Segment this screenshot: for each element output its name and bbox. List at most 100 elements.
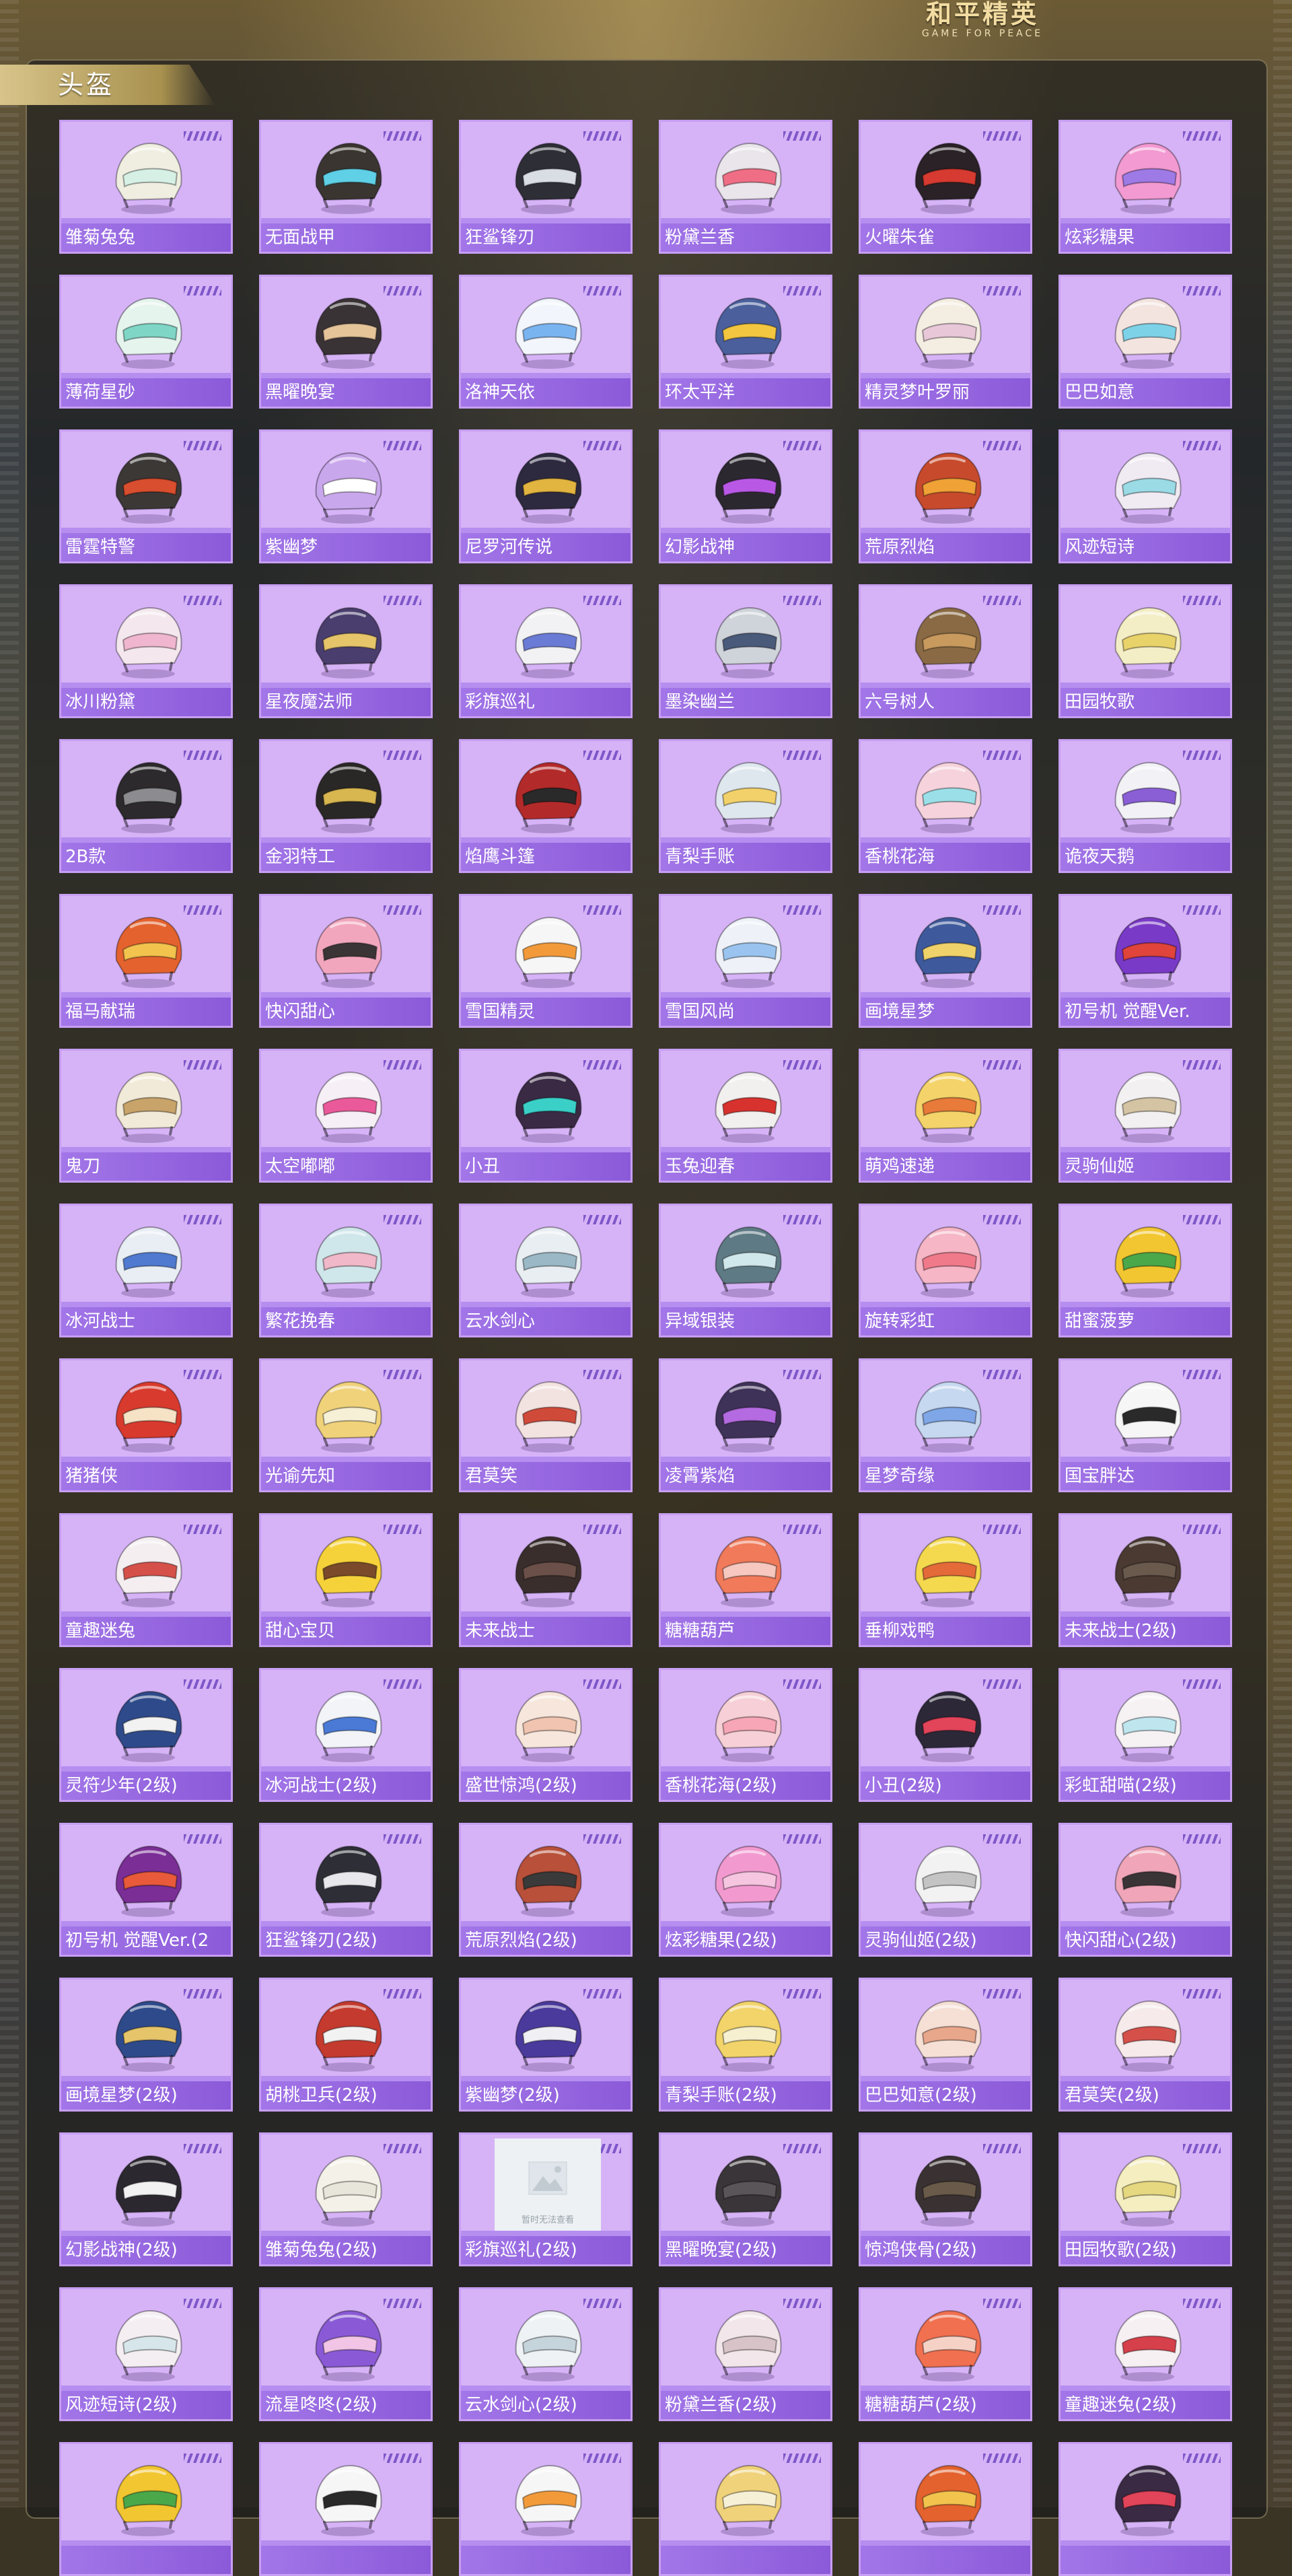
helmet-card[interactable]: 六号树人 [859, 584, 1032, 718]
helmet-card[interactable]: 玉兔迎春 [659, 1049, 832, 1183]
card-accent-strip [61, 2540, 231, 2546]
helmet-card[interactable]: 巴巴如意 [1058, 275, 1232, 409]
helmet-card[interactable]: 君莫笑 [459, 1358, 633, 1492]
helmet-card[interactable]: 雪国风尚 [659, 894, 832, 1028]
helmet-card[interactable]: 繁花挽春 [259, 1204, 433, 1337]
helmet-card[interactable]: 灵驹仙姬(2级) [859, 1823, 1032, 1957]
helmet-card[interactable]: 焰鹰斗篷 [459, 739, 633, 873]
helmet-card[interactable] [659, 2442, 832, 2576]
helmet-card[interactable] [459, 2442, 633, 2576]
helmet-card[interactable]: 萌鸡速递 [859, 1049, 1032, 1183]
helmet-card[interactable]: 盛世惊鸿(2级) [459, 1668, 633, 1802]
helmet-card[interactable]: 薄荷星砂 [59, 275, 233, 409]
helmet-card[interactable] [859, 2442, 1032, 2576]
helmet-card[interactable]: 云水剑心(2级) [459, 2287, 633, 2421]
helmet-card[interactable]: 幻影战神(2级) [59, 2132, 233, 2266]
helmet-card[interactable]: 冰河战士 [59, 1204, 233, 1337]
helmet-card[interactable]: 甜心宝贝 [259, 1513, 433, 1647]
helmet-card[interactable]: 雏菊兔兔(2级) [259, 2132, 433, 2266]
helmet-card[interactable]: 快闪甜心 [259, 894, 433, 1028]
helmet-card[interactable] [259, 2442, 433, 2576]
helmet-card[interactable]: 初号机 觉醒Ver.(2 [59, 1823, 233, 1957]
helmet-card[interactable]: 流星咚咚(2级) [259, 2287, 433, 2421]
helmet-card[interactable] [1058, 2442, 1232, 2576]
helmet-icon [515, 2000, 582, 2072]
helmet-card[interactable]: 风迹短诗(2级) [59, 2287, 233, 2421]
helmet-card[interactable]: 黑曜晚宴 [259, 275, 433, 409]
helmet-card[interactable]: 田园牧歌(2级) [1058, 2132, 1232, 2266]
helmet-card[interactable]: 荒原烈焰 [859, 429, 1032, 563]
helmet-card[interactable]: 青梨手账(2级) [659, 1978, 832, 2112]
helmet-card[interactable] [59, 2442, 233, 2576]
helmet-card[interactable]: 凌霄紫焰 [659, 1358, 832, 1492]
helmet-card[interactable]: 彩虹甜喵(2级) [1058, 1668, 1232, 1802]
helmet-card[interactable]: 巴巴如意(2级) [859, 1978, 1032, 2112]
helmet-card[interactable]: 狂鲨锋刃 [459, 120, 633, 254]
helmet-card[interactable]: 初号机 觉醒Ver. [1058, 894, 1232, 1028]
helmet-card[interactable]: 2B款 [59, 739, 233, 873]
helmet-card[interactable]: 童趣迷兔 [59, 1513, 233, 1647]
helmet-card[interactable]: 彩旗巡礼 [459, 584, 633, 718]
helmet-card[interactable]: 灵驹仙姬 [1058, 1049, 1232, 1183]
card-accent-strip [461, 683, 631, 688]
helmet-card[interactable]: 垂柳戏鸭 [859, 1513, 1032, 1647]
helmet-card[interactable]: 香桃花海 [859, 739, 1032, 873]
helmet-card[interactable]: 炫彩糖果(2级) [659, 1823, 832, 1957]
helmet-card[interactable]: 紫幽梦 [259, 429, 433, 563]
helmet-card[interactable]: 金羽特工 [259, 739, 433, 873]
helmet-card[interactable]: 粉黛兰香(2级) [659, 2287, 832, 2421]
helmet-card[interactable]: 光谕先知 [259, 1358, 433, 1492]
helmet-card[interactable]: 环太平洋 [659, 275, 832, 409]
helmet-card[interactable]: 星夜魔法师 [259, 584, 433, 718]
helmet-card[interactable]: 国宝胖达 [1058, 1358, 1232, 1492]
helmet-card[interactable]: 旋转彩虹 [859, 1204, 1032, 1337]
helmet-card[interactable]: 云水剑心 [459, 1204, 633, 1337]
helmet-card[interactable]: 雏菊兔兔 [59, 120, 233, 254]
helmet-card[interactable]: 紫幽梦(2级) [459, 1978, 633, 2112]
helmet-card[interactable]: 星梦奇缘 [859, 1358, 1032, 1492]
helmet-card[interactable]: 童趣迷兔(2级) [1058, 2287, 1232, 2421]
helmet-card[interactable]: 诡夜天鹅 [1058, 739, 1232, 873]
helmet-card[interactable]: 快闪甜心(2级) [1058, 1823, 1232, 1957]
helmet-card[interactable]: 小丑 [459, 1049, 633, 1183]
helmet-card[interactable]: 画境星梦(2级) [59, 1978, 233, 2112]
helmet-card[interactable]: 胡桃卫兵(2级) [259, 1978, 433, 2112]
helmet-card[interactable]: 田园牧歌 [1058, 584, 1232, 718]
helmet-card[interactable]: 精灵梦叶罗丽 [859, 275, 1032, 409]
helmet-card[interactable]: 君莫笑(2级) [1058, 1978, 1232, 2112]
helmet-card[interactable]: 鬼刀 [59, 1049, 233, 1183]
helmet-card[interactable]: 洛神天依 [459, 275, 633, 409]
helmet-card[interactable]: 猪猪侠 [59, 1358, 233, 1492]
helmet-card[interactable]: 冰川粉黛 [59, 584, 233, 718]
helmet-card[interactable]: 太空嘟嘟 [259, 1049, 433, 1183]
helmet-name: 幻影战神 [661, 533, 830, 561]
helmet-card[interactable]: 无面战甲 [259, 120, 433, 254]
helmet-card[interactable]: 雷霆特警 [59, 429, 233, 563]
helmet-card[interactable]: 暂时无法查看 彩旗巡礼(2级) [459, 2132, 633, 2266]
helmet-card[interactable]: 未来战士 [459, 1513, 633, 1647]
helmet-card[interactable]: 青梨手账 [659, 739, 832, 873]
helmet-card[interactable]: 画境星梦 [859, 894, 1032, 1028]
helmet-card[interactable]: 火曜朱雀 [859, 120, 1032, 254]
helmet-card[interactable]: 狂鲨锋刃(2级) [259, 1823, 433, 1957]
helmet-card[interactable]: 黑曜晚宴(2级) [659, 2132, 832, 2266]
helmet-card[interactable]: 糖糖葫芦(2级) [859, 2287, 1032, 2421]
helmet-card[interactable]: 粉黛兰香 [659, 120, 832, 254]
helmet-card[interactable]: 冰河战士(2级) [259, 1668, 433, 1802]
helmet-card[interactable]: 小丑(2级) [859, 1668, 1032, 1802]
helmet-card[interactable]: 灵符少年(2级) [59, 1668, 233, 1802]
helmet-card[interactable]: 糖糖葫芦 [659, 1513, 832, 1647]
helmet-card[interactable]: 福马献瑞 [59, 894, 233, 1028]
helmet-card[interactable]: 风迹短诗 [1058, 429, 1232, 563]
helmet-card[interactable]: 幻影战神 [659, 429, 832, 563]
helmet-card[interactable]: 雪国精灵 [459, 894, 633, 1028]
helmet-card[interactable]: 炫彩糖果 [1058, 120, 1232, 254]
helmet-card[interactable]: 甜蜜菠萝 [1058, 1204, 1232, 1337]
helmet-card[interactable]: 尼罗河传说 [459, 429, 633, 563]
helmet-card[interactable]: 荒原烈焰(2级) [459, 1823, 633, 1957]
helmet-card[interactable]: 墨染幽兰 [659, 584, 832, 718]
helmet-card[interactable]: 未来战士(2级) [1058, 1513, 1232, 1647]
helmet-card[interactable]: 香桃花海(2级) [659, 1668, 832, 1802]
helmet-card[interactable]: 惊鸿侠骨(2级) [859, 2132, 1032, 2266]
helmet-card[interactable]: 异域银装 [659, 1204, 832, 1337]
